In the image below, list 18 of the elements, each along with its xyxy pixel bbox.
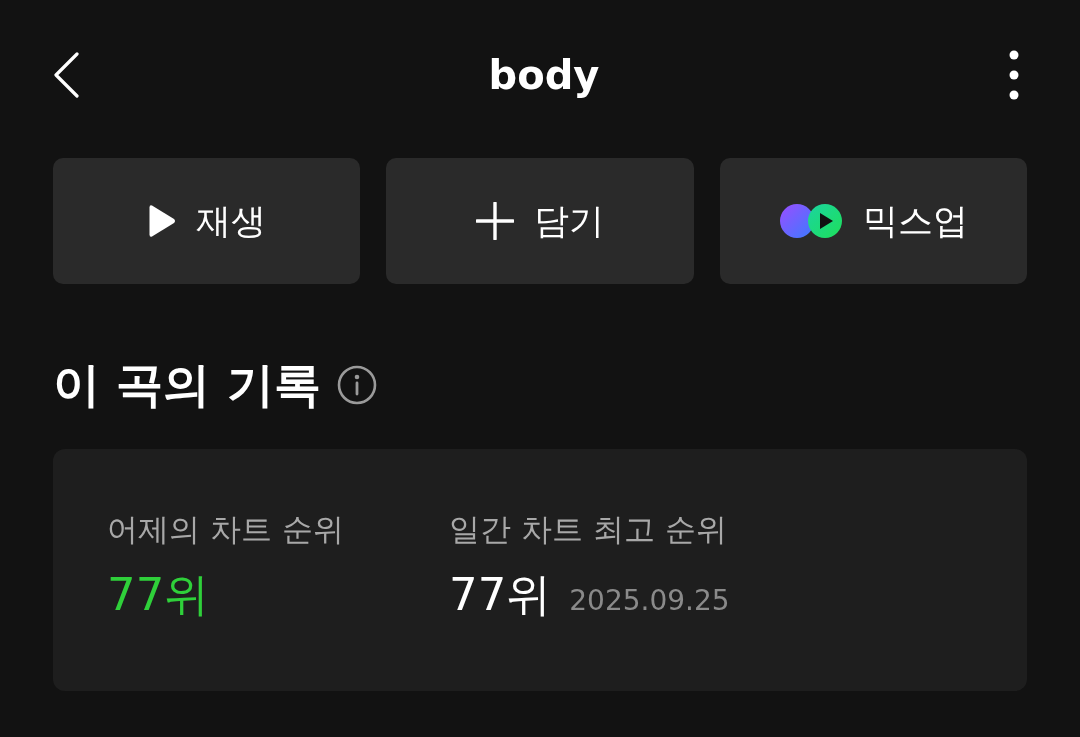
- section-title: 이 곡의 기록: [53, 356, 321, 414]
- rank-value: 77위: [449, 567, 552, 623]
- rank-date: 2025.09.25: [569, 583, 730, 619]
- page-title: body: [488, 51, 600, 99]
- plus-icon: [476, 202, 514, 240]
- back-button[interactable]: [53, 52, 79, 98]
- action-button[interactable]: 담기: [386, 158, 694, 284]
- stat-label: 일간 차트 최고 순위: [449, 510, 728, 549]
- mixup-logo-icon: [778, 203, 843, 239]
- action-button[interactable]: 재생: [53, 158, 361, 284]
- more-menu-button[interactable]: [1009, 50, 1019, 100]
- play-icon: [147, 204, 176, 238]
- kebab-menu-icon: [1009, 50, 1019, 100]
- info-icon[interactable]: [336, 365, 377, 405]
- rank-value: 77위: [107, 567, 210, 623]
- stat-label: 어제의 차트 순위: [107, 510, 345, 549]
- chevron-left-icon: [53, 52, 79, 98]
- action-button[interactable]: 믹스업: [719, 158, 1027, 284]
